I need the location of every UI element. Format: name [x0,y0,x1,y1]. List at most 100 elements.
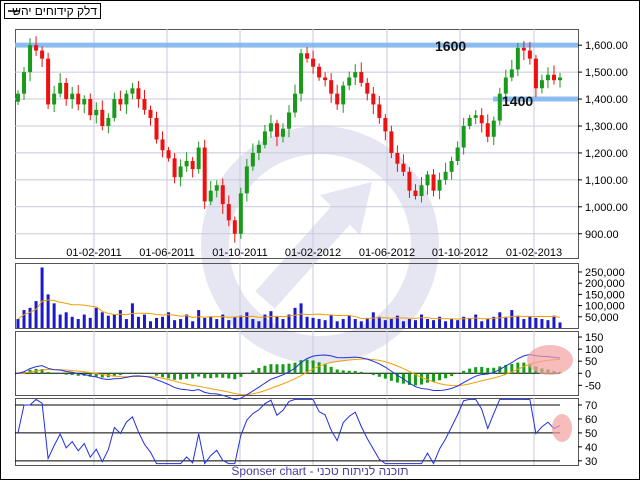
candle-body [94,110,98,115]
volume-bar [185,315,188,328]
candle-body [456,148,460,161]
legend-box: דלק קידוחים יהש [5,4,101,19]
candle-body [365,83,369,94]
volume-bar [245,312,248,328]
volume-bar [414,320,417,328]
macd-histogram-bar [269,364,272,373]
macd-histogram-bar [384,373,387,378]
volume-bar [510,310,513,328]
volume-bar [77,319,80,328]
volume-tick-label: 250,000 [585,267,625,279]
volume-bar [119,310,122,328]
volume-bar [53,303,56,328]
volume-bar [559,322,562,328]
macd-histogram-bar [257,368,260,373]
volume-bar [155,318,158,328]
x-tick-label: 01-10-2011 [212,247,267,259]
rsi-tick-label: 40 [585,442,597,454]
macd-histogram-bar [149,373,152,374]
candle-body [233,220,237,233]
volume-bar [131,303,134,328]
macd-histogram-bar [354,371,357,373]
macd-histogram-bar [281,364,284,373]
candle-body [203,148,207,202]
macd-histogram-bar [173,373,176,379]
price-tick-label: 1,400.00 [585,94,628,106]
macd-histogram-bar [239,373,242,377]
macd-histogram-bar [420,373,423,384]
rsi-tick-label: 60 [585,414,597,426]
volume-bar [366,318,369,328]
candle-body [522,48,526,51]
macd-histogram-bar [474,367,477,373]
price-tick-label: 900.00 [585,229,619,241]
macd-histogram-bar [71,373,74,375]
price-tick-label: 1,100.00 [585,175,628,187]
macd-histogram-bar [155,373,158,375]
candle-body [546,75,550,80]
candle-body [510,69,514,77]
support-label: 1600 [435,38,466,54]
volume-bar [125,319,128,328]
candle-body [329,80,333,93]
volume-bar [498,312,501,328]
macd-histogram-bar [378,373,381,377]
candle-body [347,77,351,85]
macd-histogram-bar [450,373,453,376]
macd-histogram-bar [444,373,447,378]
volume-bar [468,318,471,328]
macd-histogram-bar [197,373,200,376]
candle-body [407,172,411,191]
candle-body [16,94,20,102]
candle-body [359,72,363,83]
volume-bar [516,316,519,328]
macd-histogram-bar [426,373,429,382]
candle-body [450,161,454,172]
volume-bar [546,320,549,328]
candle-body [552,75,556,80]
volume-bar [281,319,284,328]
candle-body [468,118,472,126]
macd-histogram-bar [522,363,525,374]
macd-histogram-bar [221,373,224,377]
candle-body [413,191,417,196]
candle-body [251,153,255,166]
macd-histogram-bar [113,373,116,376]
macd-histogram-bar [227,373,230,378]
candle-body [486,123,490,136]
candle-body [64,83,68,99]
candle-body [215,185,219,190]
candle-body [239,193,243,233]
candle-body [492,121,496,137]
macd-tick-label: 0 [585,368,591,380]
candle-body [52,94,56,105]
macd-tick-label: 100 [585,344,603,356]
macd-histogram-bar [215,373,218,377]
macd-tick-label: 150 [585,332,603,344]
macd-histogram-bar [342,370,345,373]
candle-body [305,53,309,58]
volume-tick-label: 200,000 [585,278,625,290]
candle-body [106,118,110,126]
candle-body [438,180,442,191]
volume-bar [179,319,182,328]
candle-body [173,158,177,177]
candle-body [401,164,405,172]
stock-chart: 01-02-201101-06-201101-10-201101-02-2012… [0,0,640,480]
volume-bar [89,318,92,328]
candle-body [335,94,339,105]
candle-body [179,166,183,177]
macd-histogram-bar [372,373,375,375]
x-tick-label: 01-06-2012 [359,247,415,259]
rsi-tick-label: 30 [585,456,597,468]
candle-body [353,72,357,77]
candle-body [197,148,201,170]
volume-bar [294,308,297,328]
macd-histogram-bar [251,370,254,373]
price-tick-label: 1,600.00 [585,40,628,52]
candle-body [323,77,327,80]
x-tick-label: 01-02-2012 [285,247,341,259]
volume-bar [306,317,309,328]
volume-bar [480,321,483,328]
candle-body [185,161,189,166]
